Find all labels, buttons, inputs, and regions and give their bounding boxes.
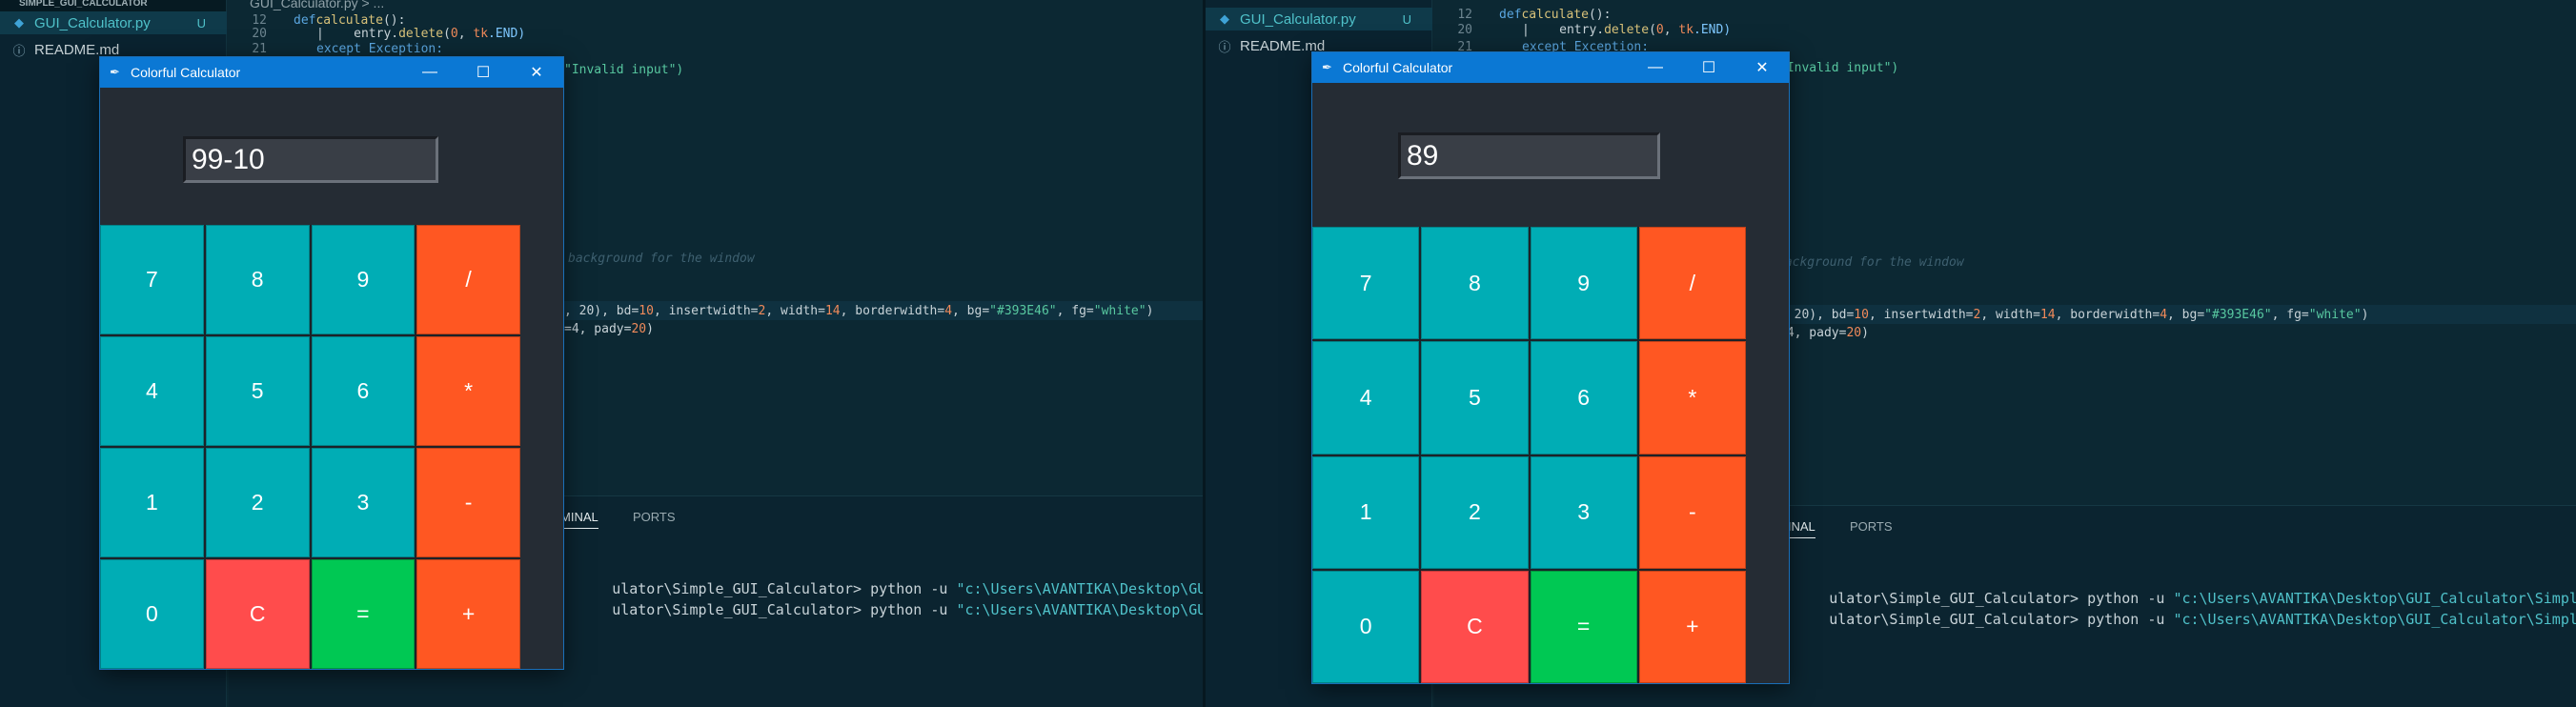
key-0[interactable]: 0: [100, 559, 204, 669]
untracked-badge: U: [1402, 11, 1411, 27]
calculator-display[interactable]: 99-10: [183, 136, 438, 183]
key-4[interactable]: 4: [100, 336, 204, 446]
key-8[interactable]: 8: [205, 225, 310, 334]
key-clear[interactable]: C: [205, 559, 310, 669]
explorer-item-label: GUI_Calculator.py: [34, 14, 151, 31]
code-comment: background for the window: [568, 251, 755, 266]
key-8[interactable]: 8: [1421, 227, 1529, 340]
explorer-item-gui-calculator[interactable]: ◆ GUI_Calculator.py U: [1206, 8, 1432, 30]
key-clear[interactable]: C: [1421, 570, 1529, 683]
feather-icon: ✒: [110, 65, 120, 79]
calculator-display[interactable]: 89: [1398, 132, 1660, 179]
calculator-keypad: 7 8 9/ 4 5 6 * 1 2 3- 0 C = +: [1312, 227, 1746, 683]
info-icon: ⓘ: [12, 43, 26, 58]
key-6[interactable]: 6: [311, 336, 416, 446]
tab-terminal[interactable]: MINAL: [560, 510, 598, 529]
explorer-item-label: README.md: [1240, 37, 1326, 54]
key-divide[interactable]: /: [1638, 227, 1746, 340]
key-9[interactable]: 9: [311, 225, 416, 334]
key-multiply[interactable]: *: [416, 336, 520, 446]
code-line-21: 21 except Exception:: [252, 41, 444, 56]
key-5[interactable]: 5: [1421, 341, 1529, 454]
key-add[interactable]: +: [416, 559, 520, 669]
key-3[interactable]: 3: [1530, 455, 1637, 569]
explorer-folder-header[interactable]: SIMPLE_GUI_CALCULATOR: [0, 0, 226, 11]
untracked-badge: U: [196, 15, 206, 30]
code-grid-config: =4, pady= 20): [1779, 325, 1869, 340]
key-2[interactable]: 2: [205, 448, 310, 557]
editor-breadcrumb[interactable]: GUI_Calculator.py > ...: [229, 0, 1203, 11]
terminal-line[interactable]: ulator\Simple_GUI_Calculator> python -u …: [1777, 594, 2576, 645]
code-entry-config: , 20), bd= 10, insertwidth= 2, width= 14, b…: [1779, 307, 2369, 322]
code-invalid-input: "Invalid input"): [1779, 60, 1899, 75]
key-subtract[interactable]: -: [416, 448, 520, 557]
window-titlebar[interactable]: ✒ Colorful Calculator — ☐ ✕: [1312, 52, 1789, 83]
key-equals[interactable]: =: [1530, 570, 1637, 683]
explorer-item-gui-calculator[interactable]: ◆ GUI_Calculator.py U: [0, 11, 227, 34]
calculator-window-left: ✒ Colorful Calculator — ☐ ✕ 99-10 7 8 9/ 4 5…: [100, 57, 563, 669]
explorer-item-label: README.md: [34, 41, 120, 58]
close-button[interactable]: ✕: [1735, 52, 1789, 83]
info-icon: ⓘ: [1218, 39, 1231, 54]
key-6[interactable]: 6: [1530, 341, 1637, 454]
window-titlebar[interactable]: ✒ Colorful Calculator — ☐ ✕: [100, 57, 563, 88]
tab-ports[interactable]: PORTS: [633, 510, 676, 524]
window-title: Colorful Calculator: [1343, 60, 1453, 75]
key-divide[interactable]: /: [416, 225, 520, 334]
python-file-icon: ◆: [14, 15, 24, 30]
feather-icon: ✒: [1322, 60, 1332, 74]
key-4[interactable]: 4: [1312, 341, 1420, 454]
code-entry-config: , 20), bd= 10, insertwidth= 2, width= 14, b…: [564, 303, 1154, 318]
key-add[interactable]: +: [1638, 570, 1746, 683]
key-9[interactable]: 9: [1530, 227, 1637, 340]
calculator-keypad: 7 8 9/ 4 5 6 * 1 2 3- 0 C = +: [100, 225, 520, 669]
key-7[interactable]: 7: [1312, 227, 1420, 340]
key-0[interactable]: 0: [1312, 570, 1420, 683]
code-invalid-input: "Invalid input"): [564, 62, 684, 77]
minimize-button[interactable]: —: [403, 57, 456, 88]
key-3[interactable]: 3: [311, 448, 416, 557]
terminal-line[interactable]: ulator\Simple_GUI_Calculator> python -u …: [560, 584, 1203, 636]
calculator-window-right: ✒ Colorful Calculator — ☐ ✕ 89 7 8 9/4 5 6 * 1…: [1312, 52, 1789, 683]
key-subtract[interactable]: -: [1638, 455, 1746, 569]
key-2[interactable]: 2: [1421, 455, 1529, 569]
key-7[interactable]: 7: [100, 225, 204, 334]
maximize-button[interactable]: ☐: [1682, 52, 1735, 83]
window-title: Colorful Calculator: [131, 65, 241, 80]
explorer-item-label: GUI_Calculator.py: [1240, 10, 1356, 28]
key-5[interactable]: 5: [205, 336, 310, 446]
python-file-icon: ◆: [1220, 11, 1229, 26]
close-button[interactable]: ✕: [510, 57, 563, 88]
minimize-button[interactable]: —: [1629, 52, 1682, 83]
code-line-20: 20 | entry. delete(0, tk .END): [1457, 22, 1732, 37]
key-multiply[interactable]: *: [1638, 341, 1746, 454]
code-comment: background for the window: [1777, 254, 1964, 270]
key-1[interactable]: 1: [100, 448, 204, 557]
key-1[interactable]: 1: [1312, 455, 1420, 569]
tab-ports[interactable]: PORTS: [1850, 519, 1893, 534]
key-equals[interactable]: =: [311, 559, 416, 669]
maximize-button[interactable]: ☐: [456, 57, 510, 88]
code-grid-config: =4, pady= 20): [564, 321, 654, 336]
